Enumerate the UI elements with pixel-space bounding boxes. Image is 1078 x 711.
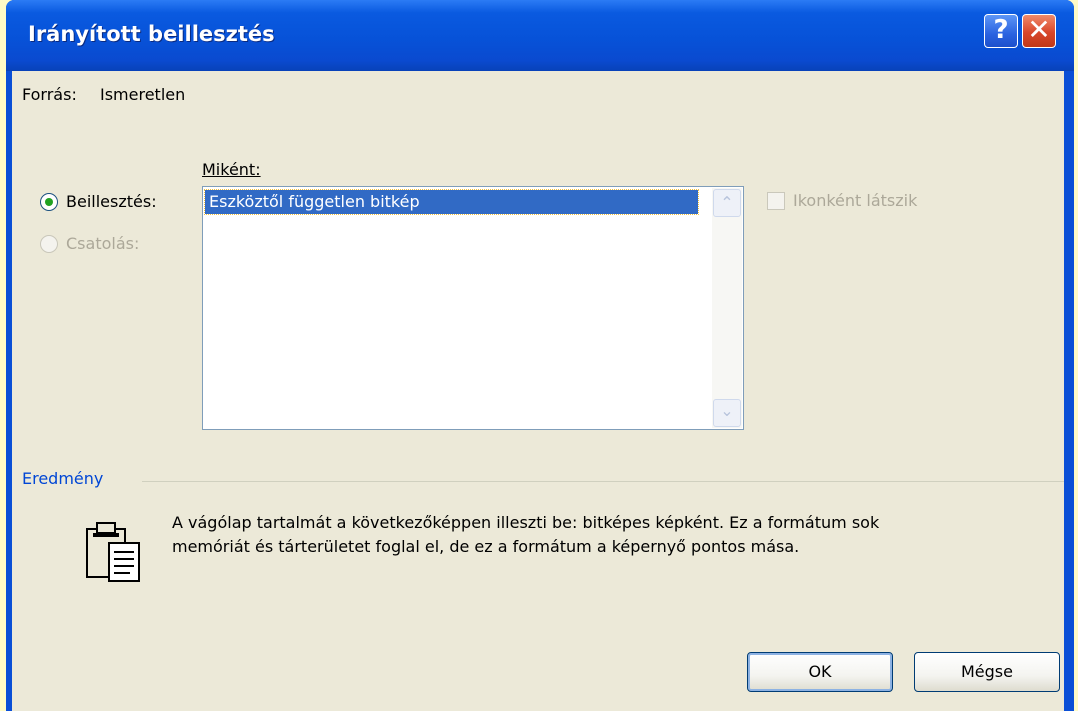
as-label-text: Miként: (202, 160, 261, 179)
help-button[interactable]: ? (984, 14, 1018, 48)
dialog-body: Forrás: Ismeretlen Miként: Beillesztés: … (12, 71, 1064, 711)
paste-special-dialog: Irányított beillesztés ? ✕ Forrás: Ismer… (6, 0, 1074, 711)
display-as-icon-checkbox[interactable] (767, 192, 785, 210)
result-description-line2: memóriát és tárterületet foglal el, de e… (172, 537, 800, 556)
window-title: Irányított beillesztés (28, 22, 275, 46)
result-group-title: Eredmény (22, 469, 104, 488)
paste-radio-label[interactable]: Beillesztés: (66, 192, 157, 211)
result-description-line1: A vágólap tartalmát a következőképpen il… (172, 513, 880, 532)
link-radio-label[interactable]: Csatolás: (66, 234, 139, 253)
source-label: Forrás: (22, 85, 77, 104)
scroll-down-icon[interactable]: ⌄ (713, 399, 741, 427)
close-button[interactable]: ✕ (1022, 14, 1056, 48)
ok-button[interactable]: OK (747, 652, 893, 692)
format-list[interactable]: Eszköztől független bitkép ⌃ ⌄ (202, 186, 744, 430)
clipboard-paste-icon (86, 522, 140, 582)
as-label: Miként: (202, 160, 261, 179)
scroll-up-icon[interactable]: ⌃ (713, 189, 741, 217)
format-list-scrollbar[interactable]: ⌃ ⌄ (712, 188, 742, 428)
cancel-button[interactable]: Mégse (914, 652, 1060, 692)
source-value: Ismeretlen (100, 85, 186, 104)
format-list-item[interactable]: Eszköztől független bitkép (204, 189, 699, 215)
title-bar[interactable]: Irányított beillesztés ? ✕ (6, 0, 1074, 71)
display-as-icon-label[interactable]: Ikonként látszik (793, 191, 917, 210)
link-radio[interactable] (40, 235, 58, 253)
paste-radio[interactable] (40, 193, 58, 211)
result-group-divider (142, 481, 1064, 482)
